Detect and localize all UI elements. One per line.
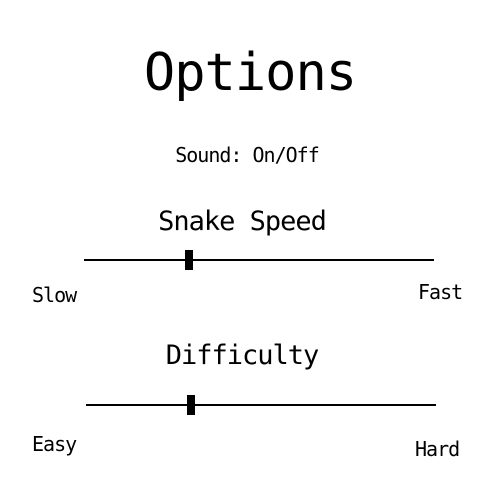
sound-toggle[interactable]: Sound: On/Off	[0, 142, 494, 168]
difficulty-slider[interactable]	[86, 395, 436, 415]
snake-speed-track[interactable]	[84, 259, 434, 261]
snake-speed-slider[interactable]	[84, 250, 434, 270]
options-title: Options	[143, 43, 357, 103]
difficulty-track[interactable]	[86, 404, 436, 406]
snake-speed-thumb[interactable]	[185, 250, 193, 270]
snake-speed-heading: Snake Speed	[158, 206, 327, 237]
difficulty-heading: Difficulty	[165, 340, 320, 371]
speed-min-label: Slow	[32, 283, 77, 307]
difficulty-min-label: Easy	[32, 432, 77, 456]
difficulty-max-label: Hard	[415, 437, 460, 461]
difficulty-thumb[interactable]	[187, 395, 195, 415]
speed-max-label: Fast	[418, 280, 463, 304]
